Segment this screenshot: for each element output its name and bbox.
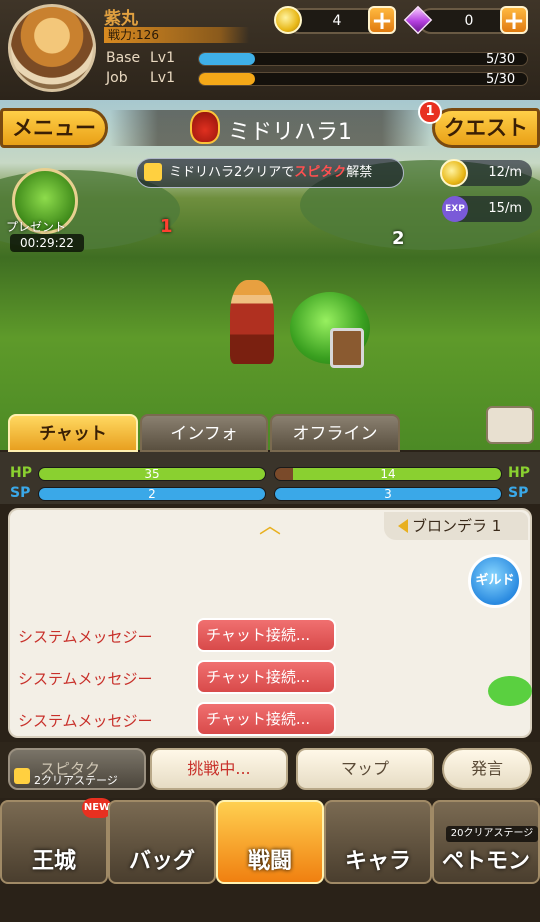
base-exp-bar bbox=[198, 52, 528, 66]
coin-count: 4 bbox=[332, 13, 342, 29]
present-timer: 00:29:22 bbox=[10, 234, 84, 252]
message-sender: システムメッセジー bbox=[18, 712, 153, 730]
guild-button[interactable]: ギルド bbox=[468, 554, 522, 608]
nav-petmon[interactable]: ペトモン bbox=[432, 800, 540, 884]
unlock-notice: ミドリハラ2クリアでスピタク解禁 bbox=[136, 158, 404, 188]
job-exp-fill bbox=[199, 73, 255, 85]
message-sender: システムメッセジー bbox=[18, 670, 153, 688]
enemy-sp-bar: 3 bbox=[274, 487, 502, 501]
expand-chat-chevron[interactable]: ︿ bbox=[254, 516, 286, 538]
enemy-sp-label: SP bbox=[508, 485, 529, 501]
message-bubble: チャット接続... bbox=[196, 618, 336, 652]
power-rating: 戦力:126 bbox=[104, 27, 249, 43]
exp-icon: EXP bbox=[442, 196, 468, 222]
base-label: Base bbox=[106, 50, 141, 66]
tab-info[interactable]: インフォ bbox=[140, 414, 268, 452]
channel-arrow-icon bbox=[398, 519, 408, 533]
job-level: Lv1 bbox=[150, 70, 175, 86]
base-level: Lv1 bbox=[150, 50, 175, 66]
chat-bubbles-icon[interactable] bbox=[488, 676, 532, 706]
player-sp-label: SP bbox=[10, 485, 31, 501]
stage-boss-icon bbox=[190, 110, 220, 144]
battle-scene bbox=[0, 100, 540, 450]
coin-rate-icon bbox=[440, 159, 468, 187]
camera-icon[interactable] bbox=[486, 406, 534, 444]
player-name: 紫丸 bbox=[104, 9, 138, 29]
map-button[interactable]: マップ bbox=[296, 748, 434, 790]
petmon-requirement: 20クリアステージ bbox=[446, 826, 538, 842]
quest-button[interactable]: クエスト bbox=[432, 108, 540, 148]
unlock-prefix: ミドリハラ2クリアで bbox=[169, 165, 295, 180]
challenge-button[interactable]: 挑戦中... bbox=[150, 748, 288, 790]
tab-chat[interactable]: チャット bbox=[8, 414, 138, 452]
player-hp-bar: 35 bbox=[38, 467, 266, 481]
nav-battle[interactable]: 戦闘 bbox=[216, 800, 324, 884]
lock-icon bbox=[144, 163, 162, 181]
tab-offline[interactable]: オフライン bbox=[270, 414, 400, 452]
player-hp-label: HP bbox=[10, 465, 32, 481]
present-label: プレゼント bbox=[6, 220, 67, 234]
nav-bag[interactable]: バッグ bbox=[108, 800, 216, 884]
unlock-suffix: 解禁 bbox=[346, 165, 373, 180]
spectate-requirement: 2クリアステージ bbox=[34, 774, 118, 787]
coin-icon bbox=[274, 6, 302, 34]
job-exp-bar bbox=[198, 72, 528, 86]
message-bubble: チャット接続... bbox=[196, 702, 336, 736]
message-sender: システムメッセジー bbox=[18, 628, 153, 646]
lock-icon bbox=[14, 768, 30, 784]
wave-indicator-right: 2 bbox=[392, 228, 405, 249]
message-bubble: チャット接続... bbox=[196, 660, 336, 694]
speak-button[interactable]: 発言 bbox=[442, 748, 532, 790]
base-exp-fill bbox=[199, 53, 255, 65]
stage-title: ミドリハラ1 bbox=[228, 120, 352, 145]
job-exp-text: 5/30 bbox=[486, 72, 516, 87]
gem-count: 0 bbox=[464, 13, 474, 29]
job-label: Job bbox=[106, 70, 128, 86]
enemy-hp-label: HP bbox=[508, 465, 530, 481]
quest-notification-badge: 1 bbox=[418, 100, 442, 124]
monster-shield bbox=[330, 328, 364, 368]
player-sp-bar: 2 bbox=[38, 487, 266, 501]
nav-chara[interactable]: キャラ bbox=[324, 800, 432, 884]
hero-character bbox=[230, 280, 274, 364]
enemy-hp-bar: 14 bbox=[274, 467, 502, 481]
add-gems-button[interactable]: + bbox=[500, 6, 528, 34]
player-avatar[interactable] bbox=[8, 4, 96, 92]
menu-button[interactable]: メニュー bbox=[0, 108, 108, 148]
unlock-highlight: スピタク bbox=[294, 165, 347, 180]
base-exp-text: 5/30 bbox=[486, 52, 516, 67]
add-coins-button[interactable]: + bbox=[368, 6, 396, 34]
wave-indicator-left: 1 bbox=[160, 216, 173, 237]
